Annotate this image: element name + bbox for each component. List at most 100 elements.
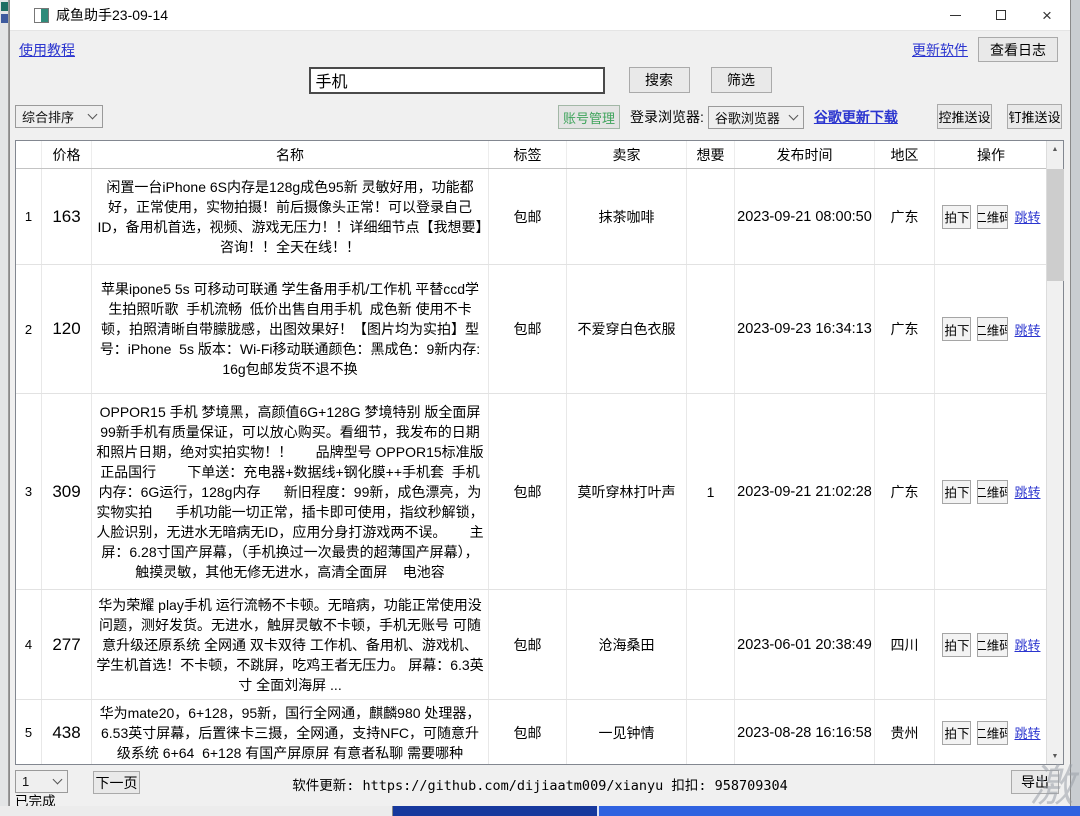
minimize-button[interactable]	[932, 0, 978, 30]
item-name: 华为mate20，6+128，95新，国行全网通，麒麟980 处理器，6.53英…	[92, 700, 489, 764]
header-operations: 操作	[935, 141, 1048, 168]
item-price: 120	[42, 265, 92, 393]
taskbar-segment	[597, 806, 1080, 816]
buy-button[interactable]: 拍下	[942, 205, 971, 229]
scrollbar-track[interactable]	[1047, 157, 1064, 748]
table-row[interactable]: 5 438 华为mate20，6+128，95新，国行全网通，麒麟980 处理器…	[16, 700, 1047, 764]
row-index: 4	[16, 590, 42, 699]
update-software-link[interactable]: 更新软件	[912, 40, 968, 60]
header-index	[16, 141, 42, 168]
filter-button[interactable]: 筛选	[711, 67, 772, 93]
jump-link[interactable]: 跳转	[1014, 207, 1040, 226]
header-name: 名称	[92, 141, 489, 168]
item-seller: 抹茶咖啡	[567, 169, 687, 264]
push-buttons: 控推送设 钉推送设	[937, 104, 1062, 129]
background-icon	[1, 2, 8, 11]
item-want-count	[687, 265, 735, 393]
table-row[interactable]: 1 163 闲置一台iPhone 6S内存是128g成色95新 灵敏好用，功能都…	[16, 169, 1047, 265]
header-want: 想要	[687, 141, 735, 168]
item-publish-time: 2023-09-21 08:00:50	[737, 209, 872, 225]
scroll-down-icon[interactable]: ▼	[1047, 748, 1064, 764]
table-body: 1 163 闲置一台iPhone 6S内存是128g成色95新 灵敏好用，功能都…	[16, 169, 1047, 764]
browser-group: 账号管理 登录浏览器: 谷歌浏览器 谷歌更新下载	[558, 103, 898, 131]
item-tag: 包邮	[489, 590, 567, 699]
header-seller: 卖家	[567, 141, 687, 168]
item-name: 苹果ipone5 5s 可移动可联通 学生备用手机/工作机 平替ccd学生拍照听…	[92, 265, 489, 393]
jump-link[interactable]: 跳转	[1014, 482, 1040, 501]
minimize-icon	[950, 15, 961, 16]
jump-link[interactable]: 跳转	[1014, 635, 1040, 654]
export-button[interactable]: 导出	[1011, 770, 1059, 794]
dingtalk-push-button[interactable]: 钉推送设	[1007, 104, 1062, 129]
top-link-row: 使用教程 更新软件 查看日志	[10, 31, 1070, 61]
item-tag: 包邮	[489, 700, 567, 764]
scrollbar-thumb[interactable]	[1047, 169, 1064, 281]
item-price: 163	[42, 169, 92, 264]
item-seller: 莫听穿林打叶声	[567, 394, 687, 589]
table-header: 价格 名称 标签 卖家 想要 发布时间 地区 操作	[16, 141, 1063, 169]
header-region: 地区	[875, 141, 935, 168]
buy-button[interactable]: 拍下	[942, 317, 971, 341]
maximize-icon	[996, 10, 1006, 20]
browser-select[interactable]: 谷歌浏览器	[708, 106, 804, 129]
item-publish-time: 2023-09-21 21:02:28	[737, 484, 872, 500]
item-seller: 一见钟情	[567, 700, 687, 764]
item-region: 广东	[875, 394, 935, 589]
header-time: 发布时间	[735, 141, 875, 168]
close-icon: ×	[1042, 7, 1052, 24]
item-tag: 包邮	[489, 265, 567, 393]
search-input[interactable]	[309, 67, 605, 94]
header-tag: 标签	[489, 141, 567, 168]
jump-link[interactable]: 跳转	[1014, 723, 1040, 742]
window-title: 咸鱼助手23-09-14	[56, 5, 168, 25]
vertical-scrollbar[interactable]: ▲ ▼	[1046, 141, 1063, 764]
chevron-down-icon	[788, 110, 798, 120]
item-tag: 包邮	[489, 394, 567, 589]
item-region: 广东	[875, 265, 935, 393]
desktop: 咸鱼助手23-09-14 × 使用教程 更新软件 查看日志 搜索 筛选 综合排序…	[0, 0, 1080, 816]
item-region: 贵州	[875, 700, 935, 764]
account-manage-button[interactable]: 账号管理	[558, 105, 620, 129]
row-index: 1	[16, 169, 42, 264]
scroll-up-icon[interactable]: ▲	[1047, 141, 1064, 157]
qrcode-button[interactable]: 二维码	[977, 317, 1008, 341]
item-price: 277	[42, 590, 92, 699]
qrcode-button[interactable]: 二维码	[977, 480, 1008, 504]
row-index: 2	[16, 265, 42, 393]
search-row: 搜索 筛选	[10, 64, 1070, 96]
app-icon	[34, 8, 49, 23]
chevron-down-icon	[88, 110, 98, 120]
chrome-update-link[interactable]: 谷歌更新下载	[814, 107, 898, 127]
item-tag: 包邮	[489, 169, 567, 264]
item-price: 309	[42, 394, 92, 589]
item-operations: 拍下 二维码 跳转	[935, 169, 1047, 264]
item-want-count	[687, 700, 735, 764]
item-name: OPPOR15 手机 梦境黑，高颜值6G+128G 梦境特别 版全面屏99新手机…	[92, 394, 489, 589]
search-button[interactable]: 搜索	[629, 67, 690, 93]
buy-button[interactable]: 拍下	[942, 633, 971, 657]
login-browser-label: 登录浏览器:	[630, 107, 704, 127]
item-want-count: 1	[687, 394, 735, 589]
item-want-count	[687, 169, 735, 264]
maximize-button[interactable]	[978, 0, 1024, 30]
table-row[interactable]: 4 277 华为荣耀 play手机 运行流畅不卡顿。无暗病，功能正常使用没问题，…	[16, 590, 1047, 700]
qrcode-button[interactable]: 二维码	[977, 633, 1008, 657]
buy-button[interactable]: 拍下	[942, 480, 971, 504]
monitor-push-button[interactable]: 控推送设	[937, 104, 992, 129]
background-window-sliver	[0, 0, 9, 807]
sort-select-value: 综合排序	[22, 107, 74, 126]
item-publish-time: 2023-06-01 20:38:49	[737, 637, 872, 653]
tutorial-link[interactable]: 使用教程	[19, 40, 75, 60]
close-button[interactable]: ×	[1024, 0, 1070, 30]
qrcode-button[interactable]: 二维码	[977, 721, 1008, 745]
table-row[interactable]: 2 120 苹果ipone5 5s 可移动可联通 学生备用手机/工作机 平替cc…	[16, 265, 1047, 394]
background-icon	[1, 14, 8, 23]
table-row[interactable]: 3 309 OPPOR15 手机 梦境黑，高颜值6G+128G 梦境特别 版全面…	[16, 394, 1047, 590]
sort-select[interactable]: 综合排序	[15, 105, 103, 128]
buy-button[interactable]: 拍下	[942, 721, 971, 745]
qrcode-button[interactable]: 二维码	[977, 205, 1008, 229]
view-log-button[interactable]: 查看日志	[978, 37, 1058, 62]
row-index: 5	[16, 700, 42, 764]
jump-link[interactable]: 跳转	[1014, 320, 1040, 339]
item-operations: 拍下 二维码 跳转	[935, 265, 1047, 393]
